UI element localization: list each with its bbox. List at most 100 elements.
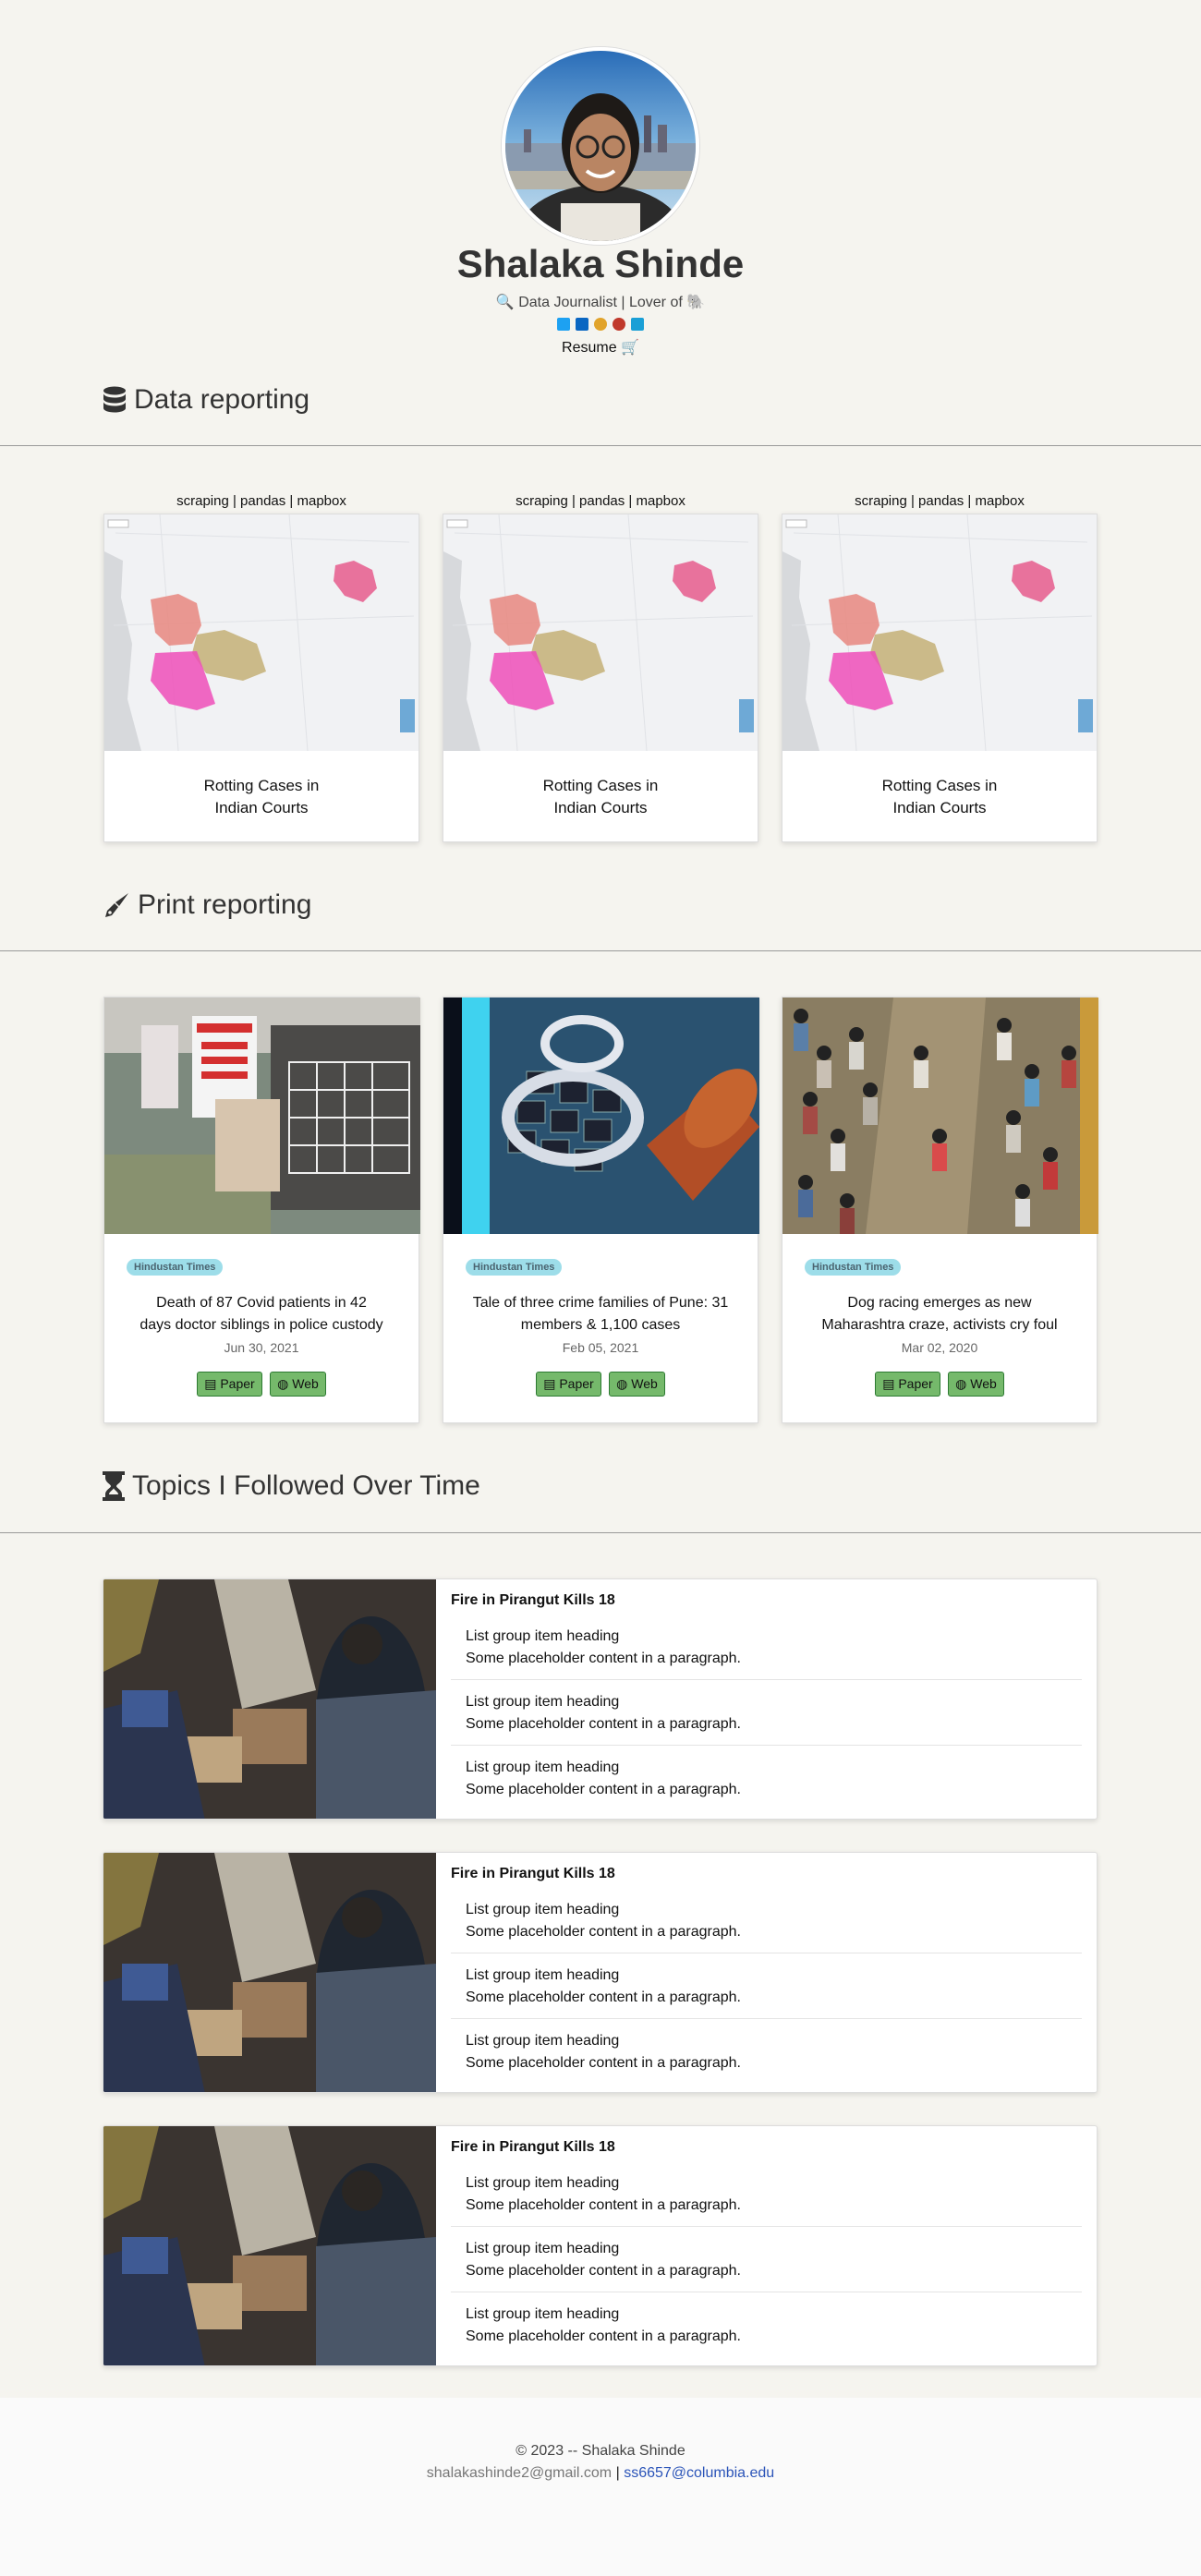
footer-email[interactable]: shalakashinde2@gmail.com: [427, 2465, 612, 2481]
topic-image: [103, 1579, 436, 1819]
map-image: [443, 514, 758, 751]
twitter-icon[interactable]: [557, 318, 571, 332]
article-title: Death of 87 Covid patients in 42 days do…: [140, 1295, 383, 1333]
topic-title: Fire in Pirangut Kills 18: [451, 1592, 615, 1608]
social-links: [0, 316, 1201, 332]
list-item-heading: List group item heading: [466, 2306, 620, 2322]
topic-card[interactable]: Fire in Pirangut Kills 18 List group ite…: [103, 1578, 1098, 1820]
list-item[interactable]: List group item heading Some placeholder…: [451, 1626, 1082, 1680]
list-item[interactable]: List group item heading Some placeholder…: [451, 1899, 1082, 1953]
footer-copyright: © 2023 -- Shalaka Shinde: [516, 2443, 685, 2459]
database-icon: [103, 386, 126, 413]
paper-button[interactable]: ▤ Paper: [536, 1372, 601, 1397]
list-item[interactable]: List group item heading Some placeholder…: [451, 1757, 1082, 1810]
section-title-print: Print reporting: [103, 889, 311, 921]
list-item-text: Some placeholder content in a paragraph.: [466, 1924, 741, 1940]
topic-image: [103, 1853, 436, 2092]
list-item-text: Some placeholder content in a paragraph.: [466, 1716, 741, 1732]
list-item-text: Some placeholder content in a paragraph.: [466, 1651, 741, 1666]
list-item[interactable]: List group item heading Some placeholder…: [451, 1691, 1082, 1746]
newspaper-icon: ▤: [543, 1376, 556, 1391]
divider: [0, 950, 1201, 951]
section-print-label: Print reporting: [138, 889, 312, 920]
paper-button[interactable]: ▤ Paper: [197, 1372, 262, 1397]
web-button[interactable]: ◍ Web: [948, 1372, 1004, 1397]
article-image: [104, 998, 420, 1234]
list-item-heading: List group item heading: [466, 1902, 620, 1917]
cart-icon: 🛒: [621, 340, 639, 356]
section-title-data: Data reporting: [103, 384, 309, 416]
profile-tagline: 🔍 Data Journalist | Lover of 🐘: [0, 293, 1201, 311]
article-title: Dog racing emerges as new Maharashtra cr…: [821, 1295, 1058, 1333]
card-title: Rotting Cases in Indian Courts: [542, 777, 659, 816]
list-item-heading: List group item heading: [466, 1628, 620, 1644]
globe-icon: ◍: [955, 1376, 967, 1391]
elephant-icon: 🐘: [686, 295, 706, 310]
data-card[interactable]: Rotting Cases in Indian Courts: [103, 514, 419, 842]
source-badge: Hindustan Times: [466, 1259, 563, 1276]
map-image: [782, 514, 1097, 751]
profile-avatar: [502, 47, 699, 245]
newspaper-icon: ▤: [882, 1376, 895, 1391]
print-card[interactable]: Hindustan Times Death of 87 Covid patien…: [103, 997, 420, 1423]
list-item-heading: List group item heading: [466, 2033, 620, 2049]
list-item-heading: List group item heading: [466, 2241, 620, 2256]
list-item[interactable]: List group item heading Some placeholder…: [451, 2030, 1082, 2084]
email-icon[interactable]: [630, 318, 644, 332]
globe-icon: ◍: [277, 1376, 289, 1391]
list-item-text: Some placeholder content in a paragraph.: [466, 1989, 741, 2005]
profile-name: Shalaka Shinde: [456, 242, 745, 285]
article-date: Jun 30, 2021: [224, 1340, 299, 1355]
card-stack-label: scraping | pandas | mapbox: [516, 493, 685, 509]
list-item-heading: List group item heading: [466, 2175, 620, 2191]
card-stack-label: scraping | pandas | mapbox: [176, 493, 346, 509]
source-badge: Hindustan Times: [127, 1259, 224, 1276]
globe-icon: ◍: [616, 1376, 628, 1391]
paper-button[interactable]: ▤ Paper: [875, 1372, 940, 1397]
topic-title: Fire in Pirangut Kills 18: [451, 2139, 615, 2155]
card-title: Rotting Cases in Indian Courts: [881, 777, 998, 816]
footer-edu-email[interactable]: ss6657@columbia.edu: [624, 2465, 774, 2481]
list-item[interactable]: List group item heading Some placeholder…: [451, 2172, 1082, 2227]
hourglass-icon: [103, 1471, 125, 1501]
tagline-text: Data Journalist | Lover of: [518, 295, 683, 310]
list-item[interactable]: List group item heading Some placeholder…: [451, 2238, 1082, 2292]
instagram-icon[interactable]: [594, 318, 607, 332]
web-button[interactable]: ◍ Web: [270, 1372, 326, 1397]
article-image: [782, 998, 1098, 1234]
footer-contacts: shalakashinde2@gmail.com | ss6657@columb…: [0, 2465, 1201, 2482]
print-card[interactable]: Hindustan Times Tale of three crime fami…: [443, 997, 759, 1423]
list-item[interactable]: List group item heading Some placeholder…: [451, 1965, 1082, 2019]
article-title: Tale of three crime families of Pune: 31…: [472, 1295, 729, 1333]
article-date: Feb 05, 2021: [562, 1340, 639, 1355]
data-card[interactable]: Rotting Cases in Indian Courts: [782, 514, 1098, 842]
footer: [0, 2398, 1201, 2576]
section-data-label: Data reporting: [134, 384, 310, 415]
card-stack-label: scraping | pandas | mapbox: [855, 493, 1025, 509]
list-item-text: Some placeholder content in a paragraph.: [466, 2263, 741, 2279]
topic-image: [103, 2126, 436, 2365]
list-item-heading: List group item heading: [466, 1694, 620, 1710]
linkedin-icon[interactable]: [576, 318, 589, 332]
topic-title: Fire in Pirangut Kills 18: [451, 1866, 615, 1881]
footer-separator: |: [615, 2465, 620, 2481]
topic-card[interactable]: Fire in Pirangut Kills 18 List group ite…: [103, 2125, 1098, 2366]
web-button[interactable]: ◍ Web: [609, 1372, 665, 1397]
pen-nib-icon: [105, 893, 128, 917]
list-item[interactable]: List group item heading Some placeholder…: [451, 2304, 1082, 2357]
list-item-text: Some placeholder content in a paragraph.: [466, 2328, 741, 2344]
source-badge: Hindustan Times: [805, 1259, 902, 1276]
list-item-text: Some placeholder content in a paragraph.: [466, 2055, 741, 2071]
data-card[interactable]: Rotting Cases in Indian Courts: [443, 514, 758, 842]
print-card[interactable]: Hindustan Times Dog racing emerges as ne…: [782, 997, 1098, 1423]
section-topics-label: Topics I Followed Over Time: [132, 1470, 480, 1501]
github-icon[interactable]: [612, 318, 625, 332]
topic-card[interactable]: Fire in Pirangut Kills 18 List group ite…: [103, 1852, 1098, 2093]
resume-label: Resume: [562, 340, 617, 356]
list-item-text: Some placeholder content in a paragraph.: [466, 1782, 741, 1797]
article-image: [443, 998, 759, 1234]
card-title: Rotting Cases in Indian Courts: [203, 777, 320, 816]
newspaper-icon: ▤: [204, 1376, 217, 1391]
article-date: Mar 02, 2020: [901, 1340, 978, 1355]
resume-link[interactable]: Resume 🛒: [0, 338, 1201, 357]
